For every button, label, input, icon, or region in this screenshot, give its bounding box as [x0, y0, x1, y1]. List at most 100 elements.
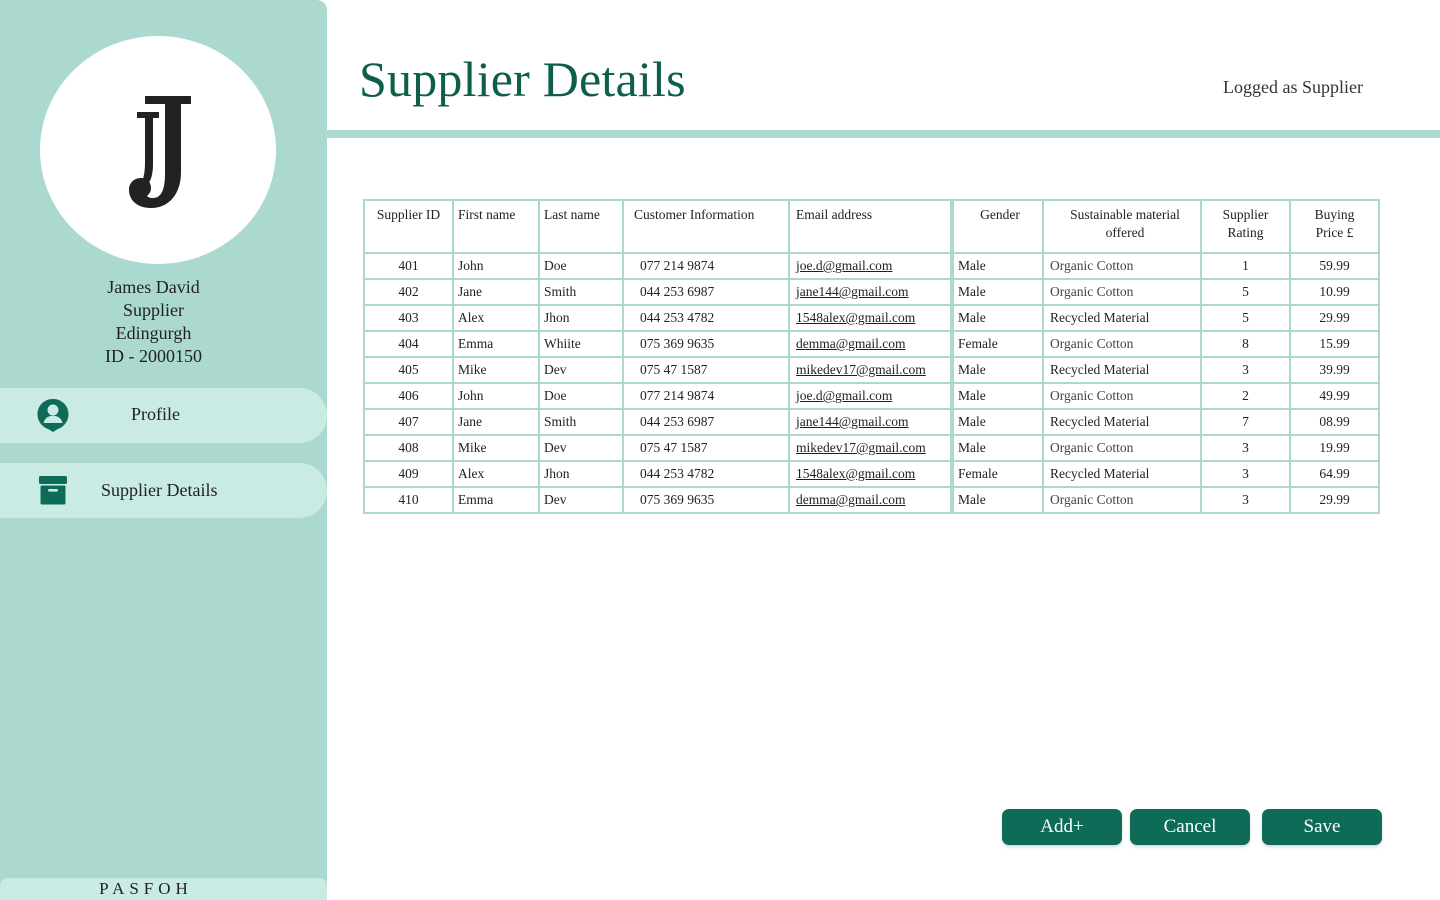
cell-first-name: Emma: [452, 330, 540, 358]
cell-customer-information: 044 253 6987: [622, 278, 790, 306]
email-link[interactable]: 1548alex@gmail.com: [796, 466, 915, 481]
cell-email-address: 1548alex@gmail.com: [788, 460, 953, 488]
cell-email-address: mikedev17@gmail.com: [788, 356, 953, 384]
header-last-name[interactable]: Last name: [538, 199, 624, 254]
cell-gender: Male: [950, 252, 1044, 280]
cell-supplier-rating: 2: [1200, 382, 1291, 410]
cell-first-name: Emma: [452, 486, 540, 514]
email-link[interactable]: joe.d@gmail.com: [796, 258, 892, 273]
cell-last-name: Dev: [538, 486, 624, 514]
header-label-line: Rating: [1227, 225, 1264, 240]
cell-supplier-id: 401: [363, 252, 454, 280]
cell-sustainable-material: Recycled Material: [1042, 304, 1202, 332]
cell-email-address: demma@gmail.com: [788, 486, 953, 514]
email-link[interactable]: jane144@gmail.com: [796, 414, 909, 429]
email-link[interactable]: joe.d@gmail.com: [796, 388, 892, 403]
header-supplier-rating[interactable]: Supplier Rating: [1200, 199, 1291, 254]
sidebar-item-label: Profile: [131, 404, 180, 424]
cell-gender: Male: [950, 408, 1044, 436]
header-gender[interactable]: Gender: [950, 199, 1044, 254]
cell-customer-information: 044 253 6987: [622, 408, 790, 436]
cell-first-name: Mike: [452, 356, 540, 384]
email-link[interactable]: demma@gmail.com: [796, 336, 906, 351]
cell-buying-price: 08.99: [1289, 408, 1380, 436]
cell-buying-price: 29.99: [1289, 304, 1380, 332]
cell-sustainable-material: Recycled Material: [1042, 356, 1202, 384]
cell-sustainable-material: Organic Cotton: [1042, 486, 1202, 514]
add-button[interactable]: Add+: [1002, 809, 1122, 845]
cell-gender: Male: [950, 486, 1044, 514]
cell-customer-information: 075 369 9635: [622, 486, 790, 514]
header-customer-information[interactable]: Customer Information: [622, 199, 790, 254]
email-link[interactable]: mikedev17@gmail.com: [796, 440, 926, 455]
cell-gender: Female: [950, 460, 1044, 488]
user-id: ID - 2000150: [105, 346, 202, 366]
cell-customer-information: 075 47 1587: [622, 434, 790, 462]
sidebar: James David Supplier Edingurgh ID - 2000…: [0, 0, 327, 900]
cell-supplier-id: 410: [363, 486, 454, 514]
cell-gender: Male: [950, 304, 1044, 332]
header-label-line: Buying: [1314, 207, 1355, 222]
cell-gender: Male: [950, 278, 1044, 306]
cell-email-address: joe.d@gmail.com: [788, 382, 953, 410]
cell-first-name: John: [452, 382, 540, 410]
cell-first-name: Jane: [452, 278, 540, 306]
cell-buying-price: 64.99: [1289, 460, 1380, 488]
cell-sustainable-material: Organic Cotton: [1042, 252, 1202, 280]
cell-last-name: Whiite: [538, 330, 624, 358]
cell-supplier-rating: 8: [1200, 330, 1291, 358]
email-link[interactable]: mikedev17@gmail.com: [796, 362, 926, 377]
cell-supplier-id: 403: [363, 304, 454, 332]
cell-buying-price: 10.99: [1289, 278, 1380, 306]
cell-last-name: Smith: [538, 408, 624, 436]
user-name: James David: [107, 277, 200, 297]
cell-email-address: jane144@gmail.com: [788, 408, 953, 436]
supplier-table: Supplier ID First name Last name Custome…: [363, 199, 1380, 514]
header-label-line: Supplier: [1222, 207, 1269, 222]
header-label-line: Price £: [1315, 225, 1354, 240]
table-row[interactable]: 409 Alex Jhon 044 253 4782 1548alex@gmail.co…: [363, 460, 1380, 488]
table-row[interactable]: 410 Emma Dev 075 369 9635 demma@gmail.com Mal…: [363, 486, 1380, 514]
cell-sustainable-material: Recycled Material: [1042, 460, 1202, 488]
table-row[interactable]: 405 Mike Dev 075 47 1587 mikedev17@gmail.com…: [363, 356, 1380, 384]
table-row[interactable]: 402 Jane Smith 044 253 6987 jane144@gmail.co…: [363, 278, 1380, 306]
sidebar-item-label: Supplier Details: [101, 480, 218, 500]
header-sustainable-material[interactable]: Sustainable material offered: [1042, 199, 1202, 254]
table-row[interactable]: 407 Jane Smith 044 253 6987 jane144@gmail.co…: [363, 408, 1380, 436]
cell-customer-information: 075 369 9635: [622, 330, 790, 358]
email-link[interactable]: demma@gmail.com: [796, 492, 906, 507]
header-supplier-id[interactable]: Supplier ID: [363, 199, 454, 254]
header-divider: [327, 130, 1440, 138]
supplier-table-container: Supplier ID First name Last name Custome…: [363, 199, 1380, 514]
sidebar-item-profile[interactable]: Profile: [0, 388, 327, 443]
header-label-line: offered: [1105, 225, 1145, 240]
save-button[interactable]: Save: [1262, 809, 1382, 845]
cell-gender: Female: [950, 330, 1044, 358]
email-link[interactable]: 1548alex@gmail.com: [796, 310, 915, 325]
cell-email-address: jane144@gmail.com: [788, 278, 953, 306]
table-row[interactable]: 404 Emma Whiite 075 369 9635 demma@gmail.com…: [363, 330, 1380, 358]
header-buying-price[interactable]: Buying Price £: [1289, 199, 1380, 254]
table-row[interactable]: 403 Alex Jhon 044 253 4782 1548alex@gmail.co…: [363, 304, 1380, 332]
cell-last-name: Doe: [538, 382, 624, 410]
cell-first-name: Alex: [452, 460, 540, 488]
table-row[interactable]: 408 Mike Dev 075 47 1587 mikedev17@gmail.com…: [363, 434, 1380, 462]
cell-first-name: Alex: [452, 304, 540, 332]
cancel-button[interactable]: Cancel: [1130, 809, 1250, 845]
sidebar-item-supplier-details[interactable]: Supplier Details: [0, 463, 327, 518]
cell-sustainable-material: Organic Cotton: [1042, 278, 1202, 306]
cell-customer-information: 044 253 4782: [622, 460, 790, 488]
cell-last-name: Jhon: [538, 460, 624, 488]
table-row[interactable]: 406 John Doe 077 214 9874 joe.d@gmail.com Mal…: [363, 382, 1380, 410]
cell-supplier-rating: 5: [1200, 278, 1291, 306]
cell-sustainable-material: Organic Cotton: [1042, 434, 1202, 462]
brand-footer: PASFOH: [0, 878, 327, 900]
cell-last-name: Dev: [538, 356, 624, 384]
table-row[interactable]: 401 John Doe 077 214 9874 joe.d@gmail.com Mal…: [363, 252, 1380, 280]
email-link[interactable]: jane144@gmail.com: [796, 284, 909, 299]
header-first-name[interactable]: First name: [452, 199, 540, 254]
logged-as-status: Logged as Supplier: [1223, 77, 1363, 97]
user-role: Supplier: [123, 300, 184, 320]
header-email-address[interactable]: Email address: [788, 199, 953, 254]
cell-supplier-id: 404: [363, 330, 454, 358]
